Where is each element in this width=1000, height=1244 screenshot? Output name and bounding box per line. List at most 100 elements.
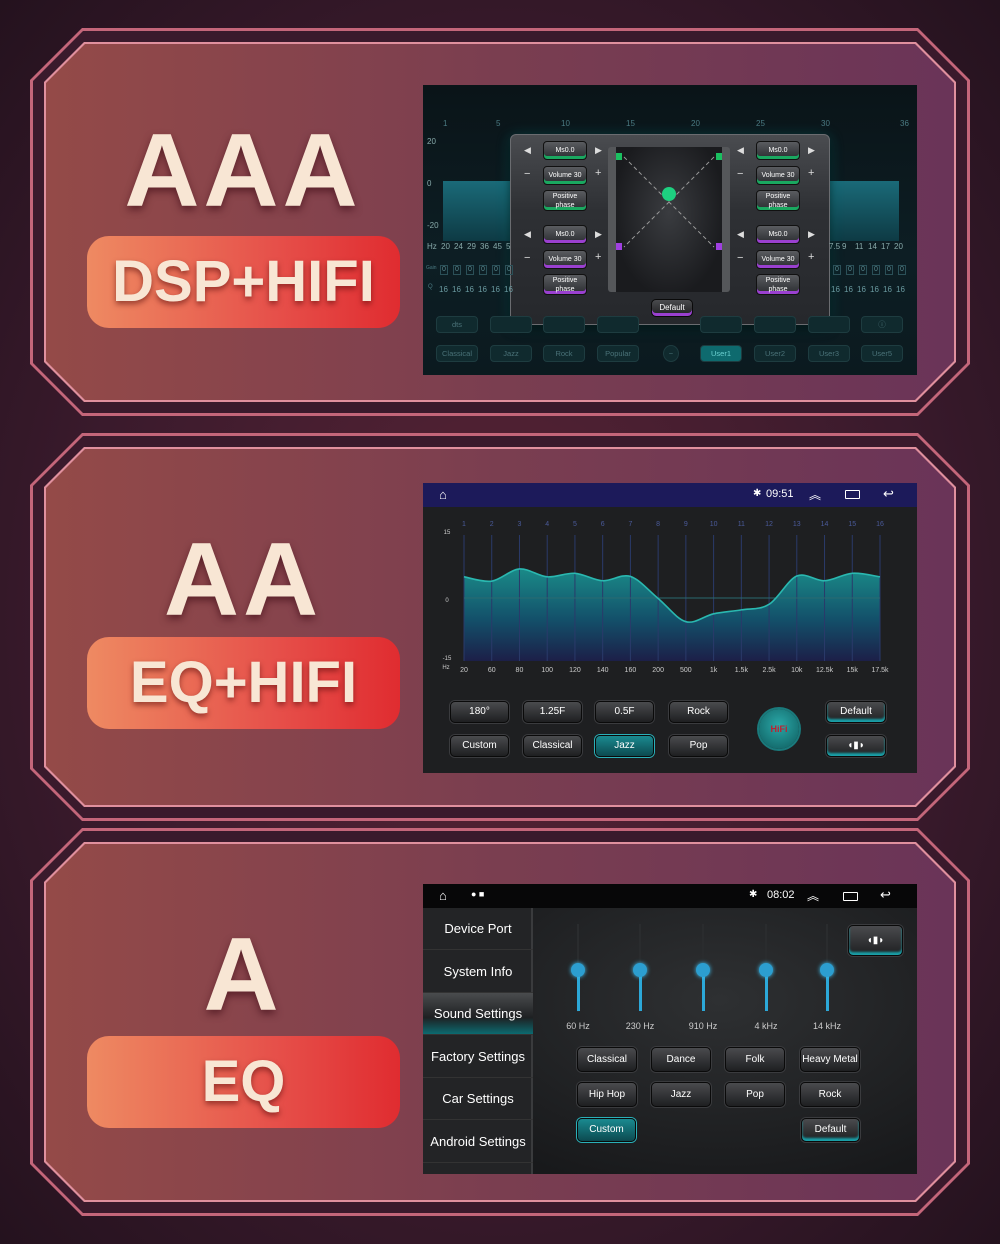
phase-button[interactable]: Positive phase: [756, 274, 800, 295]
arrow-left-icon[interactable]: ◀: [524, 229, 531, 240]
delay-field[interactable]: Ms0.0: [543, 141, 587, 160]
recent-apps-icon[interactable]: [843, 892, 858, 901]
sidebar-item-android-settings[interactable]: Android Settings: [423, 1121, 533, 1163]
default-button[interactable]: Default: [801, 1118, 860, 1142]
preset-custom[interactable]: Custom: [450, 735, 509, 757]
speaker-balance-button[interactable]: ◖▮◗: [826, 735, 886, 757]
volume-minus-button[interactable]: −: [737, 252, 743, 264]
slider-knob[interactable]: [820, 963, 834, 977]
function-button[interactable]: [597, 316, 639, 333]
eq-button[interactable]: 180°: [450, 701, 509, 723]
arrow-left-icon[interactable]: ◀: [524, 145, 531, 156]
volume-plus-button[interactable]: +: [808, 251, 814, 263]
sidebar-item-car-settings[interactable]: Car Settings: [423, 1078, 533, 1120]
eq-button[interactable]: Rock: [669, 701, 728, 723]
phase-button[interactable]: Positive phase: [756, 190, 800, 211]
preset-hip-hop[interactable]: Hip Hop: [577, 1082, 637, 1107]
band-number: 7: [628, 521, 633, 528]
arrow-right-icon[interactable]: ▶: [808, 145, 815, 156]
sidebar-item-sound-settings[interactable]: Sound Settings: [423, 993, 533, 1035]
arrow-left-icon[interactable]: ◀: [737, 229, 744, 240]
gain-field[interactable]: 0: [859, 265, 867, 275]
sidebar-item-system-info[interactable]: System Info: [423, 951, 533, 993]
function-button[interactable]: [808, 316, 850, 333]
delay-field[interactable]: Ms0.0: [756, 141, 800, 160]
slider-knob[interactable]: [571, 963, 585, 977]
volume-plus-button[interactable]: +: [595, 167, 601, 179]
dts-button[interactable]: dts: [436, 316, 478, 333]
slider-knob[interactable]: [633, 963, 647, 977]
volume-plus-button[interactable]: +: [595, 251, 601, 263]
gain-field[interactable]: 0: [440, 265, 448, 275]
gain-field[interactable]: 0: [492, 265, 500, 275]
volume-minus-button[interactable]: −: [737, 168, 743, 180]
volume-field[interactable]: Volume 30: [756, 250, 800, 269]
gain-field[interactable]: 0: [898, 265, 906, 275]
home-icon[interactable]: ⌂: [439, 888, 447, 903]
arrow-left-icon[interactable]: ◀: [737, 145, 744, 156]
preset-custom[interactable]: Custom: [577, 1118, 636, 1142]
preset-classical[interactable]: Classical: [523, 735, 582, 757]
info-button[interactable]: ⓘ: [861, 316, 903, 333]
arrow-right-icon[interactable]: ▶: [595, 229, 602, 240]
preset-user3[interactable]: User3: [808, 345, 850, 362]
preset-dance[interactable]: Dance: [651, 1047, 711, 1072]
preset-jazz[interactable]: Jazz: [651, 1082, 711, 1107]
preset-rock[interactable]: Rock: [800, 1082, 860, 1107]
volume-field[interactable]: Volume 30: [543, 166, 587, 185]
volume-minus-button[interactable]: −: [524, 252, 530, 264]
remove-preset-button[interactable]: −: [663, 345, 679, 362]
preset-pop[interactable]: Pop: [725, 1082, 785, 1107]
function-button[interactable]: [490, 316, 532, 333]
eq-button[interactable]: 0.5F: [595, 701, 654, 723]
phase-button[interactable]: Positive phase: [543, 190, 587, 211]
preset-folk[interactable]: Folk: [725, 1047, 785, 1072]
hz-value: 17: [881, 242, 890, 251]
preset-classical[interactable]: Classical: [436, 345, 478, 362]
volume-field[interactable]: Volume 30: [756, 166, 800, 185]
gain-field[interactable]: 0: [466, 265, 474, 275]
sidebar-item-device-port[interactable]: Device Port: [423, 908, 533, 950]
delay-field[interactable]: Ms0.0: [756, 225, 800, 244]
back-icon[interactable]: ↩: [880, 887, 891, 903]
arrow-right-icon[interactable]: ▶: [595, 145, 602, 156]
preset-jazz[interactable]: Jazz: [490, 345, 532, 362]
gain-field[interactable]: 0: [479, 265, 487, 275]
preset-popular[interactable]: Popular: [597, 345, 639, 362]
preset-pop[interactable]: Pop: [669, 735, 728, 757]
gain-field[interactable]: 0: [846, 265, 854, 275]
preset-user1[interactable]: User1: [700, 345, 742, 362]
sidebar-item-factory-settings[interactable]: Factory Settings: [423, 1036, 533, 1078]
slider-knob[interactable]: [759, 963, 773, 977]
function-button[interactable]: [700, 316, 742, 333]
volume-minus-button[interactable]: −: [524, 168, 530, 180]
gain-field[interactable]: 0: [505, 265, 513, 275]
eq-button[interactable]: 1.25F: [523, 701, 582, 723]
phase-button[interactable]: Positive phase: [543, 274, 587, 295]
eq-curve-chart[interactable]: [423, 483, 917, 693]
function-button[interactable]: [754, 316, 796, 333]
modal-default-button[interactable]: Default: [651, 299, 693, 317]
slider-label: 230 Hz: [625, 1021, 655, 1031]
gain-field[interactable]: 0: [453, 265, 461, 275]
eq16-screen: ⌂ ✱ 09:51 ︽ ↩ HiFi Default ◖▮◗ 123456789…: [423, 483, 917, 773]
expand-up-icon[interactable]: ︽: [807, 887, 819, 904]
delay-field[interactable]: Ms0.0: [543, 225, 587, 244]
default-button[interactable]: Default: [826, 701, 886, 723]
arrow-right-icon[interactable]: ▶: [808, 229, 815, 240]
slider-knob[interactable]: [696, 963, 710, 977]
preset-jazz[interactable]: Jazz: [595, 735, 654, 757]
hifi-button[interactable]: HiFi: [759, 709, 799, 749]
preset-heavy-metal[interactable]: Heavy Metal: [800, 1047, 860, 1072]
speaker-balance-button[interactable]: ◖▮◗: [848, 925, 903, 956]
gain-field[interactable]: 0: [833, 265, 841, 275]
preset-user5[interactable]: User5: [861, 345, 903, 362]
volume-plus-button[interactable]: +: [808, 167, 814, 179]
gain-field[interactable]: 0: [872, 265, 880, 275]
function-button[interactable]: [543, 316, 585, 333]
preset-rock[interactable]: Rock: [543, 345, 585, 362]
preset-user2[interactable]: User2: [754, 345, 796, 362]
gain-field[interactable]: 0: [885, 265, 893, 275]
volume-field[interactable]: Volume 30: [543, 250, 587, 269]
preset-classical[interactable]: Classical: [577, 1047, 637, 1072]
